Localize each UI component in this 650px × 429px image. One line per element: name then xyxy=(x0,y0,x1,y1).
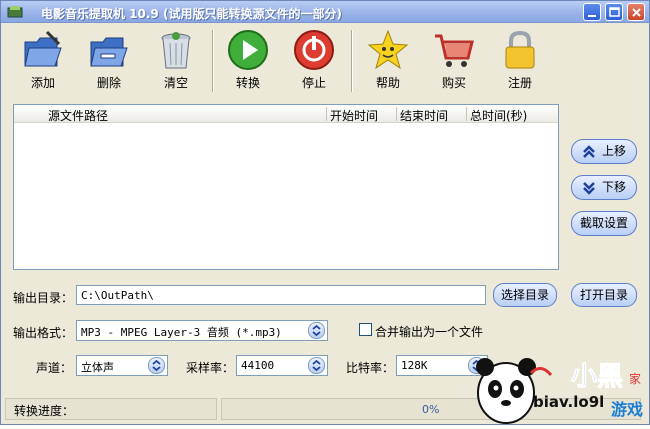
stop-label: 停止 xyxy=(301,76,326,90)
folder-delete-icon xyxy=(90,37,128,67)
progress-value: 0% xyxy=(422,403,440,416)
svg-text:家: 家 xyxy=(629,371,641,386)
choose-dir-button[interactable]: 选择目录 xyxy=(493,283,557,307)
register-label: 注册 xyxy=(507,76,532,90)
convert-label: 转换 xyxy=(235,76,260,90)
output-format-label: 输出格式： xyxy=(13,326,74,340)
channel-select[interactable]: 立体声 xyxy=(76,355,168,376)
star-icon xyxy=(367,29,409,70)
output-format-select[interactable]: MP3 - MPEG Layer-3 音频 (*.mp3) xyxy=(76,320,328,341)
samplerate-label: 采样率： xyxy=(186,361,235,375)
column-start-time[interactable]: 开始时间 xyxy=(330,107,378,124)
column-separator xyxy=(326,107,327,121)
output-dir-label: 输出目录： xyxy=(13,291,74,305)
column-separator xyxy=(466,107,467,121)
chevron-updown-icon xyxy=(472,359,481,372)
stop-button[interactable]: 停止 xyxy=(285,28,343,94)
clear-label: 清空 xyxy=(163,76,188,90)
bitrate-value: 128K xyxy=(401,359,428,372)
chevron-updown-icon xyxy=(152,359,161,372)
chevron-updown-icon xyxy=(312,324,321,337)
output-format-value: MP3 - MPEG Layer-3 音频 (*.mp3) xyxy=(81,326,282,339)
move-up-label: 上移 xyxy=(602,144,627,158)
samplerate-select[interactable]: 44100 xyxy=(236,355,328,376)
window-title: 电影音乐提取机 10.9 (试用版只能转换源文件的一部分) xyxy=(41,7,342,21)
dropdown-button[interactable] xyxy=(468,357,485,374)
column-end-time[interactable]: 结束时间 xyxy=(400,107,448,124)
app-icon xyxy=(7,6,23,18)
bitrate-label: 比特率： xyxy=(346,361,395,375)
maximize-button[interactable] xyxy=(605,3,623,21)
list-header: 源文件路径 开始时间 结束时间 总时间(秒) xyxy=(14,105,558,123)
samplerate-value: 44100 xyxy=(241,359,275,372)
bitrate-select[interactable]: 128K xyxy=(396,355,488,376)
buy-button[interactable]: 购买 xyxy=(425,28,483,94)
clear-button[interactable]: 清空 xyxy=(147,28,205,94)
shopping-cart-icon xyxy=(435,34,474,67)
dropdown-button[interactable] xyxy=(308,357,325,374)
svg-text:小黑: 小黑 xyxy=(571,362,623,392)
toolbar: 添加 删除 清空 转换 停止 帮助 购买 注册 xyxy=(1,24,649,96)
delete-label: 删除 xyxy=(96,76,121,90)
move-down-label: 下移 xyxy=(602,180,627,194)
dropdown-button[interactable] xyxy=(308,322,325,339)
folder-add-icon xyxy=(24,30,62,67)
move-down-button[interactable]: 下移 xyxy=(571,175,637,200)
lock-icon xyxy=(505,30,535,69)
source-file-list[interactable]: 源文件路径 开始时间 结束时间 总时间(秒) xyxy=(13,104,559,270)
help-button[interactable]: 帮助 xyxy=(359,28,417,94)
close-button[interactable] xyxy=(627,3,645,21)
register-button[interactable]: 注册 xyxy=(491,28,549,94)
title-bar[interactable]: 电影音乐提取机 10.9 (试用版只能转换源文件的一部分) xyxy=(1,1,649,23)
trash-icon xyxy=(161,32,191,69)
dropdown-button[interactable] xyxy=(148,357,165,374)
minimize-button[interactable] xyxy=(583,3,601,21)
play-icon xyxy=(228,30,268,70)
convert-button[interactable]: 转换 xyxy=(219,28,277,94)
chevron-updown-icon xyxy=(312,359,321,372)
progress-bar: 0% xyxy=(221,398,641,420)
channel-value: 立体声 xyxy=(81,361,114,374)
status-progress-label-panel: 转换进度： xyxy=(5,398,217,420)
output-dir-field[interactable]: C:\OutPath\ xyxy=(76,285,486,305)
move-up-button[interactable]: 上移 xyxy=(571,139,637,164)
open-dir-button[interactable]: 打开目录 xyxy=(571,283,637,307)
buy-label: 购买 xyxy=(441,76,466,90)
trim-settings-button[interactable]: 截取设置 xyxy=(571,211,637,236)
delete-button[interactable]: 删除 xyxy=(80,28,138,94)
column-separator xyxy=(396,107,397,121)
column-source-path[interactable]: 源文件路径 xyxy=(48,107,108,124)
double-chevron-up-icon xyxy=(583,145,595,158)
merge-output-checkbox[interactable] xyxy=(359,323,372,336)
toolbar-separator xyxy=(351,30,353,92)
add-label: 添加 xyxy=(30,76,55,90)
merge-output-label: 合并输出为一个文件 xyxy=(375,325,484,339)
app-window: 电影音乐提取机 10.9 (试用版只能转换源文件的一部分) 添加 删除 清空 转… xyxy=(0,0,650,425)
add-button[interactable]: 添加 xyxy=(14,28,72,94)
help-label: 帮助 xyxy=(375,76,400,90)
column-total-time[interactable]: 总时间(秒) xyxy=(470,107,527,124)
toolbar-separator xyxy=(212,30,214,92)
progress-label: 转换进度： xyxy=(14,404,75,418)
channel-label: 声道： xyxy=(36,361,73,375)
double-chevron-down-icon xyxy=(583,182,595,195)
stop-icon xyxy=(294,30,334,70)
